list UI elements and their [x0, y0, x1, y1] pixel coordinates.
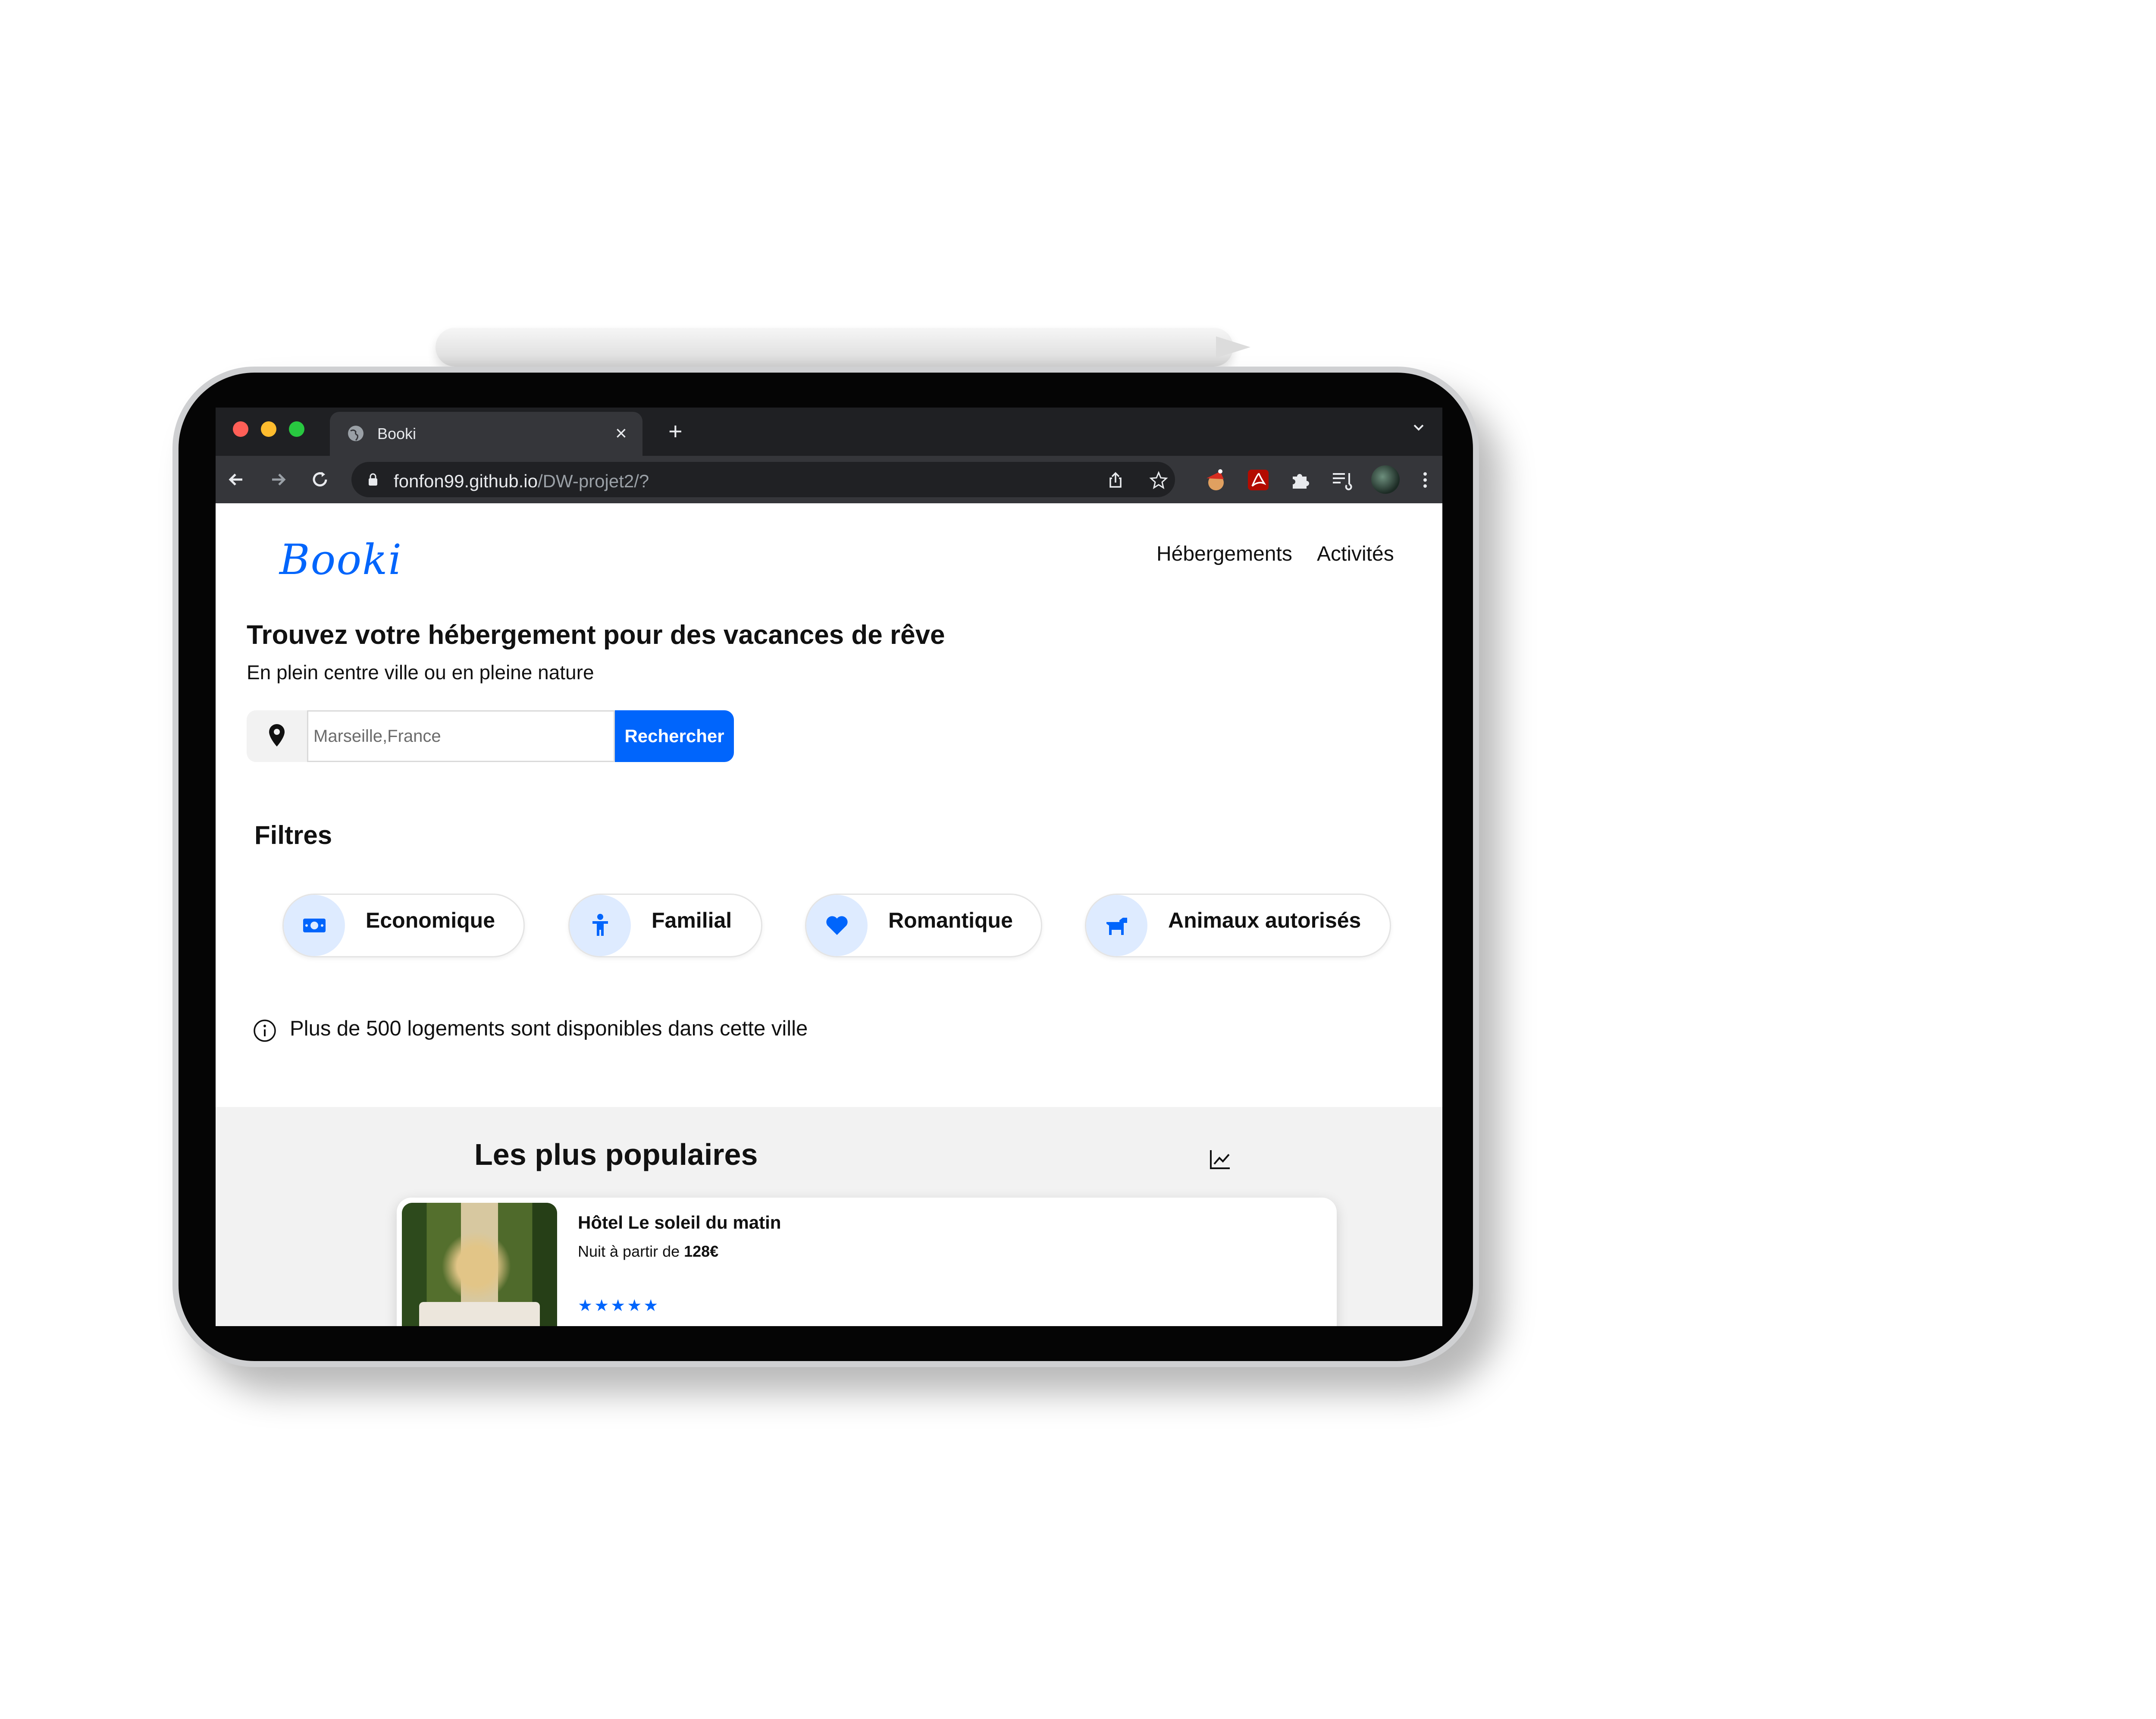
hotel-card[interactable]: Hôtel Le soleil du matin Nuit à partir d…	[397, 1198, 1337, 1326]
close-window-button[interactable]	[233, 421, 248, 437]
avatar[interactable]	[1371, 465, 1400, 494]
bed-shape	[419, 1302, 540, 1326]
popular-title: Les plus populaires	[474, 1138, 758, 1171]
share-icon[interactable]	[1106, 471, 1125, 489]
puzzle-icon[interactable]	[1288, 468, 1313, 492]
url-text: fonfon99.github.io/DW-projet2/?	[394, 471, 649, 492]
globe-icon	[348, 426, 364, 441]
forward-icon[interactable]	[265, 467, 291, 492]
extension-santa-icon[interactable]	[1203, 468, 1227, 492]
availability-info: Plus de 500 logements sont disponibles d…	[290, 1017, 808, 1040]
hero-subtitle: En plein centre ville ou en pleine natur…	[247, 661, 594, 684]
popular-section: Les plus populaires Hôtel Le soleil du m…	[216, 1107, 1442, 1326]
lock-icon	[369, 473, 377, 486]
browser-window: Booki × + fonfon99.github.io/DW-projet2/…	[216, 408, 1442, 1326]
bookmark-star-icon[interactable]	[1149, 471, 1168, 489]
nav-hebergements[interactable]: Hébergements	[1156, 542, 1292, 566]
tab-booki[interactable]: Booki ×	[330, 412, 642, 456]
new-tab-button[interactable]: +	[668, 417, 683, 445]
booki-logo[interactable]: Booki	[279, 536, 402, 584]
filter-economique[interactable]: Economique	[282, 894, 525, 957]
dog-icon	[1086, 895, 1147, 956]
filter-label: Economique	[366, 908, 495, 932]
heart-icon	[806, 895, 868, 956]
address-bar[interactable]: fonfon99.github.io/DW-projet2/?	[351, 462, 1175, 497]
browser-toolbar: fonfon99.github.io/DW-projet2/?	[216, 456, 1442, 503]
search-button[interactable]: Rechercher	[615, 710, 734, 762]
hero-title: Trouvez votre hébergement pour des vacan…	[247, 620, 945, 650]
tab-bar: Booki × +	[216, 408, 1442, 456]
back-icon[interactable]	[223, 467, 249, 492]
trending-icon	[1210, 1150, 1230, 1169]
star-rating: ★★★★★	[578, 1297, 660, 1315]
filter-familial[interactable]: Familial	[568, 894, 762, 957]
filter-romantique[interactable]: Romantique	[805, 894, 1042, 957]
hotel-photo	[402, 1203, 557, 1326]
reading-list-icon[interactable]	[1330, 468, 1354, 492]
hotel-price: Nuit à partir de 128€	[578, 1242, 718, 1261]
tab-title: Booki	[377, 425, 417, 442]
hotel-name: Hôtel Le soleil du matin	[578, 1212, 781, 1233]
minimize-window-button[interactable]	[261, 421, 276, 437]
close-icon[interactable]: ×	[615, 421, 627, 445]
reload-icon[interactable]	[307, 467, 333, 492]
location-pin-icon	[269, 724, 285, 747]
apple-pencil	[436, 328, 1233, 367]
web-page: Booki Hébergements Activités Trouvez vot…	[216, 503, 1442, 1326]
filters-title: Filtres	[254, 821, 332, 850]
more-menu-icon[interactable]	[1419, 468, 1432, 492]
search-input[interactable]	[307, 710, 615, 762]
maximize-window-button[interactable]	[289, 421, 304, 437]
url-path: /DW-projet2/?	[537, 471, 649, 491]
filter-label: Animaux autorisés	[1168, 908, 1361, 932]
price-prefix: Nuit à partir de	[578, 1242, 684, 1260]
pencil-tip	[1216, 336, 1250, 358]
chevron-down-icon[interactable]	[1410, 419, 1427, 436]
price-value: 128€	[684, 1242, 719, 1260]
filter-animaux-autorises[interactable]: Animaux autorisés	[1085, 894, 1391, 957]
url-host: fonfon99.github.io	[394, 471, 538, 491]
filter-label: Romantique	[888, 908, 1013, 932]
child-icon	[570, 895, 631, 956]
pdf-extension-icon[interactable]	[1246, 468, 1270, 492]
location-pin-box	[247, 710, 307, 762]
nav-activites[interactable]: Activités	[1317, 542, 1394, 566]
filter-label: Familial	[652, 908, 732, 932]
info-icon	[254, 1019, 276, 1042]
money-icon	[284, 895, 345, 956]
